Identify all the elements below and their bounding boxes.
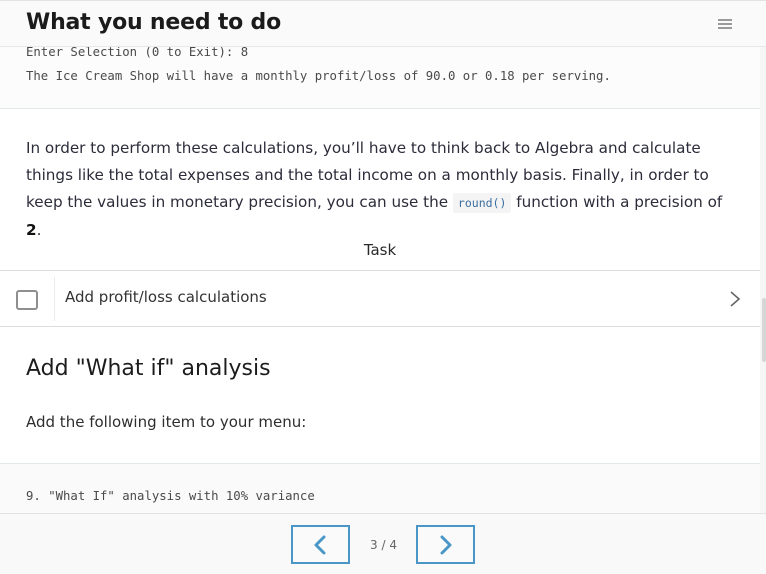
scrollbar-thumb[interactable] xyxy=(762,298,766,362)
task-label: Add profit/loss calculations xyxy=(65,288,267,306)
instructions-paragraph: In order to perform these calculations, … xyxy=(26,135,741,244)
divider xyxy=(54,277,55,321)
chevron-left-icon xyxy=(314,535,326,555)
instructions-end: . xyxy=(36,221,42,239)
instructions-text: function with a precision of xyxy=(511,193,723,211)
code-output-block: Enter Selection (0 to Exit): 8 The Ice C… xyxy=(0,47,760,109)
code-line: The Ice Cream Shop will have a monthly p… xyxy=(26,69,611,83)
page-indicator: 3 / 4 xyxy=(370,538,397,552)
scrollbar-track[interactable] xyxy=(760,47,766,513)
inline-code-round: round() xyxy=(452,193,512,213)
content-panel: Enter Selection (0 to Exit): 8 The Ice C… xyxy=(0,47,760,513)
chevron-right-icon[interactable] xyxy=(728,290,742,308)
page-title: What you need to do xyxy=(26,10,281,35)
header: What you need to do xyxy=(0,0,766,47)
section-title: Add "What if" analysis xyxy=(26,356,271,381)
precision-value: 2 xyxy=(26,221,37,239)
menu-code-block: 9. "What If" analysis with 10% variance xyxy=(0,463,760,513)
task-checkbox[interactable] xyxy=(16,290,38,310)
task-item[interactable]: Add profit/loss calculations xyxy=(0,270,760,327)
task-heading: Task xyxy=(363,241,397,259)
hamburger-menu-icon[interactable] xyxy=(718,18,732,30)
code-line: Enter Selection (0 to Exit): 8 xyxy=(26,47,249,59)
next-button[interactable] xyxy=(416,525,475,564)
pagination-footer: 3 / 4 xyxy=(0,513,766,574)
section-subtitle: Add the following item to your menu: xyxy=(26,413,307,431)
previous-button[interactable] xyxy=(291,525,350,564)
code-line: 9. "What If" analysis with 10% variance xyxy=(26,489,315,503)
chevron-right-icon xyxy=(440,535,452,555)
